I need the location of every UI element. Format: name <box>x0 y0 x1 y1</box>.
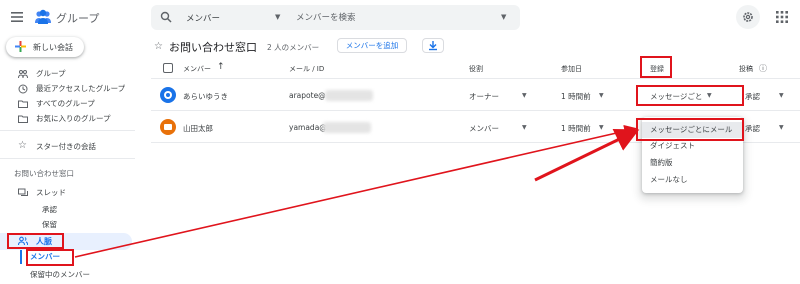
table-header: メンバー ↑ メール / ID 役割 参加日 登録 投稿 ⓘ <box>151 58 800 79</box>
member-email: yamada@ <box>289 123 327 132</box>
settings-button[interactable] <box>736 5 760 29</box>
avatar <box>160 87 176 103</box>
new-conversation-button[interactable]: 新しい会話 <box>6 37 84 57</box>
sort-arrow-up-icon[interactable]: ↑ <box>217 62 225 72</box>
page-header: ☆ お問い合わせ窓口 2 人のメンバー メンバーを追加 <box>151 36 631 56</box>
menu-icon[interactable] <box>10 10 24 24</box>
chevron-down-icon[interactable]: ▼ <box>275 13 280 21</box>
column-header-role: 役割 <box>469 65 483 73</box>
dropdown-option-no-email[interactable]: メールなし <box>642 172 743 188</box>
sidebar-item-pending[interactable]: 保留 <box>42 219 57 230</box>
highlight-members <box>26 249 74 266</box>
sidebar-item-label: スレッド <box>36 188 66 197</box>
redacted-email <box>325 90 373 101</box>
highlight-dropdown-option <box>636 118 744 141</box>
groups-app: グループ メンバー ▼ ▼ <box>0 0 800 284</box>
page-title: お問い合わせ窓口 <box>169 41 257 54</box>
divider <box>0 158 135 159</box>
top-bar: グループ メンバー ▼ ▼ <box>0 0 800 36</box>
groups-icon <box>18 70 28 79</box>
member-joined: 1 時間前 <box>561 92 591 101</box>
chevron-down-icon[interactable]: ▼ <box>599 124 604 131</box>
sidebar-item-recent[interactable]: 最近アクセスしたグループ <box>0 82 135 96</box>
member-posting[interactable]: 承認 <box>745 123 760 134</box>
star-icon[interactable]: ☆ <box>154 41 163 52</box>
settings-icon <box>743 12 753 22</box>
download-icon <box>429 41 437 51</box>
sidebar-item-thread[interactable]: スレッド <box>0 186 135 200</box>
search-bar[interactable]: メンバー ▼ ▼ <box>151 5 520 30</box>
highlight-people <box>7 233 64 249</box>
member-joined: 1 時間前 <box>561 124 591 133</box>
redacted-email <box>323 122 371 133</box>
select-all-checkbox[interactable] <box>163 63 173 73</box>
star-icon: ☆ <box>18 140 27 151</box>
info-icon[interactable]: ⓘ <box>759 63 767 74</box>
sidebar-item-favorites[interactable]: お気に入りのグループ <box>0 112 135 126</box>
search-scope-select[interactable]: メンバー <box>186 12 220 24</box>
highlight-subscription-header <box>640 56 672 78</box>
highlight-subscription-cell <box>636 85 744 106</box>
sidebar-item-label: グループ <box>36 69 66 78</box>
sidebar-item-approve[interactable]: 承認 <box>42 204 57 215</box>
column-header-member[interactable]: メンバー <box>183 64 211 74</box>
column-header-joined: 参加日 <box>561 65 582 73</box>
sidebar-item-label: スター付きの会話 <box>36 142 96 151</box>
sidebar-item-pending-members[interactable]: 保留中のメンバー <box>30 269 90 280</box>
app-title: グループ <box>56 12 100 25</box>
chevron-down-icon[interactable]: ▼ <box>522 124 527 131</box>
section-title: お問い合わせ窓口 <box>14 169 74 178</box>
member-name: 山田太郎 <box>183 124 213 133</box>
chevron-down-icon[interactable]: ▼ <box>779 92 784 99</box>
chevron-down-icon[interactable]: ▼ <box>599 92 604 99</box>
apps-icon[interactable] <box>775 10 789 24</box>
search-options-chevron-down-icon[interactable]: ▼ <box>501 13 506 21</box>
download-button[interactable] <box>422 38 444 53</box>
dropdown-option-abridged[interactable]: 簡約版 <box>642 155 743 171</box>
column-header-email: メール / ID <box>289 65 325 73</box>
column-header-posting: 投稿 <box>739 65 753 73</box>
member-name: あらいゆうき <box>183 92 228 101</box>
plus-icon <box>15 41 26 52</box>
thread-icon <box>18 188 28 196</box>
folder-icon <box>18 100 28 108</box>
member-role[interactable]: オーナー <box>469 91 499 102</box>
groups-logo-icon <box>35 9 51 24</box>
member-posting[interactable]: 承認 <box>745 91 760 102</box>
divider <box>0 130 135 131</box>
member-email: arapote@ <box>289 91 326 100</box>
member-count: 2 人のメンバー <box>267 43 320 52</box>
clock-icon <box>18 84 28 94</box>
selection-marker <box>20 250 22 264</box>
avatar <box>160 119 176 135</box>
sidebar-item-label: 最近アクセスしたグループ <box>36 84 126 93</box>
member-role[interactable]: メンバー <box>469 123 499 134</box>
sidebar-item-label: お気に入りのグループ <box>36 114 111 123</box>
new-conversation-label: 新しい会話 <box>33 43 73 52</box>
chevron-down-icon[interactable]: ▼ <box>779 124 784 131</box>
sidebar-item-starred[interactable]: ☆ スター付きの会話 <box>0 140 135 154</box>
chevron-down-icon[interactable]: ▼ <box>522 92 527 99</box>
sidebar-item-all-groups[interactable]: すべてのグループ <box>0 97 135 111</box>
folder-icon <box>18 115 28 123</box>
sidebar-item-groups[interactable]: グループ <box>0 67 135 81</box>
search-icon[interactable] <box>160 11 172 23</box>
search-input[interactable] <box>296 9 486 26</box>
add-member-button[interactable]: メンバーを追加 <box>337 38 407 53</box>
sidebar-item-label: すべてのグループ <box>36 99 95 108</box>
